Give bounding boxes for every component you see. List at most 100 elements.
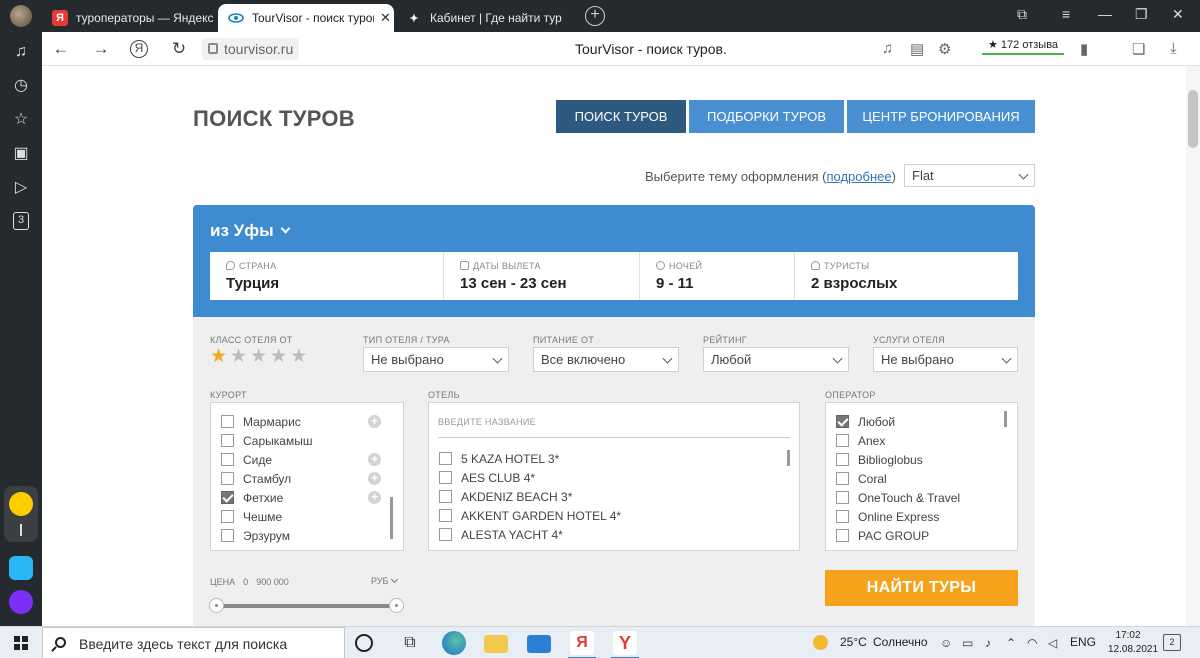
list-item[interactable]: Чешме	[221, 507, 381, 526]
resort-list-scrollbar[interactable]	[390, 497, 393, 539]
download-icon[interactable]: ⤓	[1170, 40, 1177, 57]
plus-icon[interactable]: +	[368, 472, 381, 485]
rating-select[interactable]: Любой	[703, 347, 849, 372]
list-item[interactable]: Мармарис +	[221, 412, 381, 431]
plus-icon[interactable]: +	[368, 491, 381, 504]
favorites-star-icon[interactable]: ☆	[11, 110, 31, 130]
list-item[interactable]: Biblioglobus	[836, 450, 1017, 469]
collections-icon[interactable]: ❏	[1132, 40, 1145, 58]
mail-app-icon[interactable]	[9, 492, 33, 516]
notification-center-icon[interactable]: 2	[1163, 634, 1181, 651]
checkbox[interactable]	[836, 453, 849, 466]
nights-field[interactable]: НОЧЕЙ 9 - 11	[640, 252, 795, 300]
url-field[interactable]: tourvisor.ru	[202, 38, 300, 60]
hotel-list-scrollbar[interactable]	[787, 450, 790, 466]
list-item[interactable]: AKDENIZ BEACH 3*	[439, 487, 779, 506]
messenger-app-icon[interactable]	[9, 556, 33, 580]
close-tab-icon[interactable]: ✕	[380, 10, 391, 26]
list-item[interactable]: Anex	[836, 431, 1017, 450]
sun-weather-icon[interactable]	[813, 635, 828, 650]
minimize-icon[interactable]: —	[1098, 6, 1112, 22]
yandex-app-icon[interactable]: Я	[568, 631, 596, 658]
star-icon[interactable]: ★	[250, 347, 267, 366]
checkbox[interactable]	[221, 472, 234, 485]
plus-icon[interactable]: +	[368, 453, 381, 466]
checkbox[interactable]	[836, 529, 849, 542]
list-item[interactable]: PAC GROUP	[836, 526, 1017, 545]
list-item[interactable]: ALESTA YACHT 4*	[439, 525, 779, 544]
battery-icon[interactable]: ▭	[962, 636, 973, 650]
headphones-icon[interactable]: ♫	[882, 40, 893, 57]
checkbox[interactable]	[836, 434, 849, 447]
star-icon[interactable]: ★	[290, 347, 307, 366]
nav-booking-center[interactable]: ЦЕНТР БРОНИРОВАНИЯ	[847, 100, 1035, 133]
list-item[interactable]: Online Express	[836, 507, 1017, 526]
star-icon[interactable]: ★	[230, 347, 247, 366]
resort-list[interactable]: Мармарис + Сарыкамыш Сиде + Стамбул + Фетхи…	[210, 402, 404, 551]
profile-avatar[interactable]	[10, 5, 32, 27]
checkbox[interactable]	[439, 528, 452, 541]
theme-select[interactable]: Flat	[904, 164, 1035, 187]
checkbox[interactable]	[221, 434, 234, 447]
price-slider-max-handle[interactable]	[389, 598, 404, 613]
new-tab-button[interactable]: +	[585, 6, 605, 26]
departure-city-select[interactable]: из Уфы	[210, 221, 291, 241]
file-explorer-icon[interactable]	[484, 635, 508, 653]
tab-yandex-search[interactable]: Я туроператоры — Яндекс	[42, 4, 214, 32]
chevron-up-icon[interactable]: ⌃	[1006, 636, 1016, 650]
tourists-field[interactable]: ТУРИСТЫ 2 взрослых	[795, 252, 1018, 300]
volume-icon[interactable]: ◁	[1048, 636, 1057, 650]
checkbox[interactable]	[836, 472, 849, 485]
hotel-class-stars[interactable]: ★ ★ ★ ★ ★	[210, 347, 307, 366]
price-slider-min-handle[interactable]	[209, 598, 224, 613]
list-item[interactable]: Сиде +	[221, 450, 381, 469]
menu-icon[interactable]: ≡	[1062, 6, 1070, 22]
list-item[interactable]: Фетхие +	[221, 488, 381, 507]
video-play-icon[interactable]: ▷	[11, 178, 31, 198]
language-indicator[interactable]: ENG	[1070, 635, 1096, 649]
maximize-icon[interactable]: ❐	[1135, 6, 1148, 23]
page-scrollbar-thumb[interactable]	[1188, 90, 1198, 148]
hotel-type-select[interactable]: Не выбрано	[363, 347, 509, 372]
reload-icon[interactable]: ↻	[168, 38, 190, 60]
wifi-icon[interactable]: ◠	[1027, 636, 1037, 650]
services-select[interactable]: Не выбрано	[873, 347, 1018, 372]
find-tours-button[interactable]: НАЙТИ ТУРЫ	[825, 570, 1018, 606]
checkbox[interactable]	[439, 452, 452, 465]
currency-select[interactable]: РУБ	[371, 575, 399, 586]
plus-icon[interactable]: +	[368, 415, 381, 428]
taskbar-search-input[interactable]: Введите здесь текст для поиска	[42, 627, 345, 658]
nav-search-tours[interactable]: ПОИСК ТУРОВ	[556, 100, 686, 133]
country-field[interactable]: СТРАНА Турция	[210, 252, 444, 300]
extensions-icon[interactable]: ⚙	[938, 40, 951, 58]
checkbox[interactable]	[836, 510, 849, 523]
nav-tour-collections[interactable]: ПОДБОРКИ ТУРОВ	[689, 100, 844, 133]
list-item[interactable]: Coral	[836, 469, 1017, 488]
checkbox[interactable]	[221, 453, 234, 466]
cortana-icon[interactable]	[355, 634, 373, 652]
system-clock[interactable]: 17:02 12.08.2021	[1108, 629, 1158, 657]
list-item[interactable]: Любой	[836, 412, 1017, 431]
checkbox[interactable]	[439, 471, 452, 484]
dates-field[interactable]: ДАТЫ ВЫЛЕТА 13 сен - 23 сен	[444, 252, 640, 300]
tab-cabinet[interactable]: ✦ Кабинет | Где найти тур п	[398, 4, 563, 32]
checkbox[interactable]	[836, 491, 849, 504]
edge-browser-icon[interactable]	[442, 631, 466, 655]
checkbox[interactable]	[221, 415, 234, 428]
price-slider-track[interactable]	[217, 604, 398, 608]
yandex-browser-icon[interactable]: Y	[611, 631, 639, 658]
theme-more-link[interactable]: подробнее	[826, 169, 891, 184]
list-item[interactable]: AKKENT GARDEN HOTEL 4*	[439, 506, 779, 525]
list-item[interactable]: AES CLUB 4*	[439, 468, 779, 487]
back-arrow-icon[interactable]: ←	[50, 38, 72, 60]
list-item[interactable]: Стамбул +	[221, 469, 381, 488]
microphone-icon[interactable]: ♪	[985, 636, 991, 650]
hotel-search-input[interactable]: ВВЕДИТЕ НАЗВАНИЕ	[438, 411, 790, 438]
collections-icon[interactable]: ▣	[11, 144, 31, 164]
mail-icon[interactable]	[527, 635, 551, 653]
tabs-manager-icon[interactable]: ⧉	[1017, 6, 1027, 23]
task-view-icon[interactable]: ⧉	[398, 631, 422, 655]
alice-assistant-icon[interactable]	[9, 590, 33, 614]
list-item[interactable]: OneTouch & Travel	[836, 488, 1017, 507]
checkbox[interactable]	[836, 415, 849, 428]
